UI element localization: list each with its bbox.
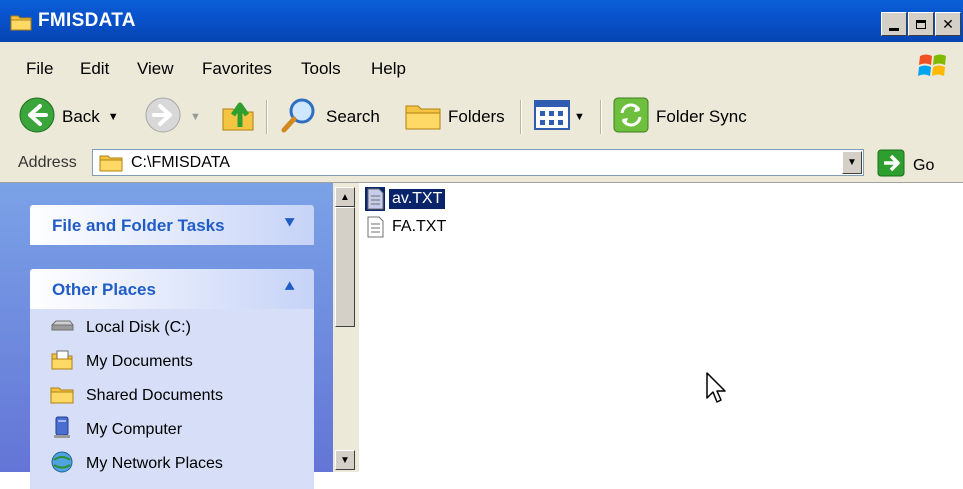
address-value: C:\FMISDATA xyxy=(131,154,230,171)
back-button[interactable]: Back ▼ xyxy=(18,90,119,144)
search-icon xyxy=(280,95,320,140)
forward-arrow-icon xyxy=(144,96,182,139)
up-folder-icon xyxy=(220,97,256,138)
file-list: av.TXT FA.TXT xyxy=(359,183,963,472)
views-button[interactable]: ▼ xyxy=(534,90,585,144)
minimize-button[interactable] xyxy=(881,12,907,36)
maximize-button[interactable] xyxy=(908,12,934,36)
address-bar: Address C:\FMISDATA ▼ Go xyxy=(0,144,963,183)
collapse-chevron-icon[interactable]: ⯅ xyxy=(283,279,296,297)
text-file-icon xyxy=(365,187,385,211)
folder-sync-label: Folder Sync xyxy=(656,107,747,126)
folder-icon xyxy=(10,13,32,36)
back-dropdown-icon[interactable]: ▼ xyxy=(108,111,119,123)
forward-dropdown-icon[interactable]: ▼ xyxy=(190,111,201,123)
hard-disk-icon xyxy=(50,318,74,339)
minimize-icon xyxy=(889,27,899,31)
menu-bar: File Edit View Favorites Tools Help xyxy=(0,42,963,91)
go-button[interactable]: Go xyxy=(877,149,934,182)
file-item-fa[interactable]: FA.TXT xyxy=(365,215,449,239)
file-item-av[interactable]: av.TXT xyxy=(365,187,446,211)
menu-view[interactable]: View xyxy=(137,59,174,79)
menu-file[interactable]: File xyxy=(26,59,53,79)
menu-favorites[interactable]: Favorites xyxy=(202,59,272,79)
close-button[interactable]: ✕ xyxy=(935,12,961,36)
chevron-down-icon: ▼ xyxy=(847,157,857,168)
place-label: Shared Documents xyxy=(86,387,223,404)
place-my-network-places[interactable]: My Network Places xyxy=(50,449,223,479)
search-label: Search xyxy=(326,107,380,126)
other-places-list: Local Disk (C:) My Documents Shared Docu… xyxy=(30,309,314,489)
text-file-icon xyxy=(365,215,385,239)
place-label: Local Disk (C:) xyxy=(86,319,191,336)
place-label: My Documents xyxy=(86,353,193,370)
other-places-header[interactable]: Other Places ⯅ xyxy=(30,269,314,309)
toolbar: Back ▼ ▼ Search Folders ▼ Folder Sync xyxy=(0,90,963,145)
scroll-up-button[interactable]: ▲ xyxy=(335,187,355,207)
scroll-down-button[interactable]: ▼ xyxy=(335,450,355,470)
arrow-down-icon: ▼ xyxy=(340,454,350,466)
search-button[interactable]: Search xyxy=(280,90,380,144)
arrow-up-icon: ▲ xyxy=(340,191,350,203)
file-folder-tasks-header[interactable]: File and Folder Tasks ⯆ xyxy=(30,205,314,245)
network-places-icon xyxy=(50,450,74,479)
place-my-documents[interactable]: My Documents xyxy=(50,347,193,377)
folder-sync-button[interactable]: Folder Sync xyxy=(612,90,747,144)
place-local-disk[interactable]: Local Disk (C:) xyxy=(50,313,191,343)
folders-icon xyxy=(404,98,442,137)
menu-help[interactable]: Help xyxy=(371,59,406,79)
file-name: FA.TXT xyxy=(392,218,447,235)
file-folder-tasks-title: File and Folder Tasks xyxy=(52,216,225,235)
my-documents-icon xyxy=(50,349,74,376)
title-bar[interactable]: FMISDATA ✕ xyxy=(0,0,963,42)
maximize-icon xyxy=(916,19,926,29)
menu-edit[interactable]: Edit xyxy=(80,59,109,79)
back-arrow-icon xyxy=(18,96,56,139)
my-computer-icon xyxy=(50,416,74,445)
back-label: Back xyxy=(62,107,100,126)
place-label: My Network Places xyxy=(86,455,223,472)
window-title: FMISDATA xyxy=(38,10,136,31)
address-label: Address xyxy=(18,154,77,171)
address-dropdown-button[interactable]: ▼ xyxy=(842,151,862,174)
file-name: av.TXT xyxy=(389,189,446,209)
views-dropdown-icon[interactable]: ▼ xyxy=(574,111,585,123)
mouse-cursor-icon xyxy=(706,372,728,411)
folder-icon xyxy=(99,152,123,177)
up-folder-button[interactable] xyxy=(220,90,256,144)
address-input[interactable]: C:\FMISDATA ▼ xyxy=(92,149,864,176)
go-label: Go xyxy=(913,156,935,174)
close-icon: ✕ xyxy=(942,15,954,32)
folders-button[interactable]: Folders xyxy=(404,90,505,144)
folder-sync-icon xyxy=(612,96,650,139)
place-label: My Computer xyxy=(86,421,183,438)
place-shared-documents[interactable]: Shared Documents xyxy=(50,381,223,411)
place-my-computer[interactable]: My Computer xyxy=(50,415,182,445)
expand-chevron-icon[interactable]: ⯆ xyxy=(283,215,296,233)
forward-button[interactable]: ▼ xyxy=(144,90,201,144)
folders-label: Folders xyxy=(448,107,505,126)
shared-folder-icon xyxy=(50,384,74,409)
scroll-thumb[interactable] xyxy=(335,207,355,327)
views-icon xyxy=(534,99,570,135)
other-places-title: Other Places xyxy=(52,280,156,299)
go-arrow-icon xyxy=(877,149,905,182)
task-pane: File and Folder Tasks ⯆ Other Places ⯅ L… xyxy=(0,183,333,489)
vertical-scrollbar[interactable]: ▲ ▼ xyxy=(333,183,359,472)
windows-logo-icon xyxy=(917,50,949,82)
menu-tools[interactable]: Tools xyxy=(301,59,341,79)
